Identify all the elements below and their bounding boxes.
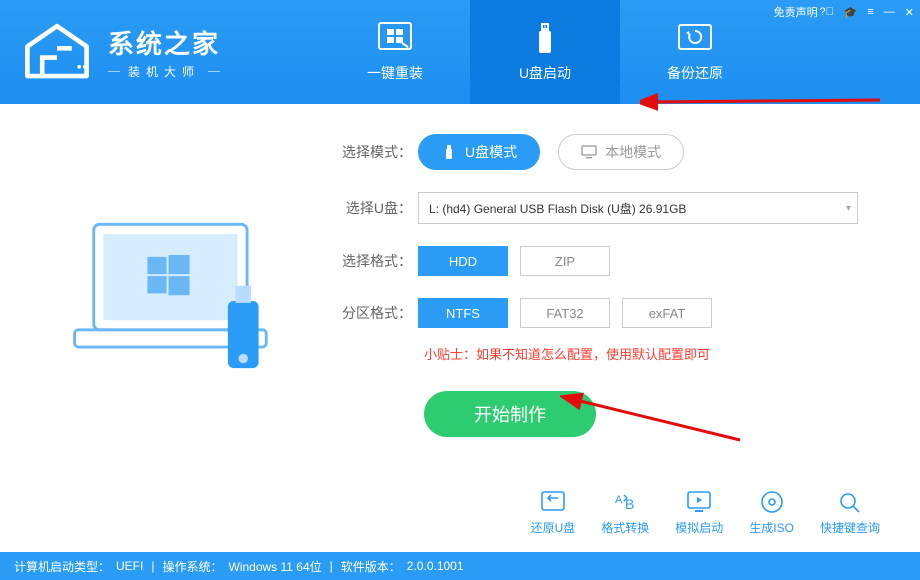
tab-usb-boot-label: U盘启动: [519, 63, 571, 83]
disclaimer-link[interactable]: 免责声明 ?⃝: [774, 4, 834, 20]
tab-reinstall[interactable]: 一键重装: [320, 0, 470, 104]
restore-icon: [675, 21, 715, 57]
restore-usb-button[interactable]: 还原U盘: [531, 489, 576, 536]
close-button[interactable]: ✕: [905, 6, 914, 19]
shortcut-lookup-button[interactable]: 快捷键查询: [820, 489, 880, 536]
partition-exfat-button[interactable]: exFAT: [622, 298, 712, 328]
format-hdd-button[interactable]: HDD: [418, 246, 508, 276]
generate-iso-button[interactable]: 生成ISO: [749, 489, 794, 536]
svg-text:A: A: [615, 494, 623, 506]
partition-ntfs-button[interactable]: NTFS: [418, 298, 508, 328]
windows-icon: [375, 21, 415, 57]
grad-cap-icon[interactable]: 🎓: [844, 6, 858, 19]
status-bar: 计算机启动类型：UEFI | 操作系统：Windows 11 64位 | 软件版…: [0, 552, 920, 580]
app-subtitle: 装机大师: [108, 63, 220, 80]
format-label: 选择格式: [330, 251, 418, 271]
question-icon: ?⃝: [820, 5, 834, 19]
usb-small-icon: [441, 144, 457, 160]
mode-local-button[interactable]: 本地模式: [558, 134, 684, 170]
monitor-small-icon: [581, 144, 597, 160]
partition-label: 分区格式: [330, 303, 418, 323]
mode-label: 选择模式: [330, 142, 418, 162]
app-logo: 系统之家 装机大师: [0, 0, 320, 104]
tab-backup-label: 备份还原: [667, 63, 723, 83]
tab-reinstall-label: 一键重装: [367, 63, 423, 83]
partition-fat32-button[interactable]: FAT32: [520, 298, 610, 328]
usb-drive-icon: [525, 21, 565, 57]
format-zip-button[interactable]: ZIP: [520, 246, 610, 276]
config-tip: 小贴士：如果不知道怎么配置，使用默认配置即可: [424, 344, 880, 363]
app-title: 系统之家: [108, 24, 220, 61]
laptop-usb-illustration: [40, 134, 320, 437]
usb-select-value: L: (hd4) General USB Flash Disk (U盘) 26.…: [429, 200, 686, 217]
chevron-down-icon: ▾: [846, 203, 851, 214]
format-convert-button[interactable]: AB 格式转换: [601, 489, 649, 536]
usb-select-dropdown[interactable]: L: (hd4) General USB Flash Disk (U盘) 26.…: [418, 192, 858, 224]
house-logo-icon: [20, 22, 94, 82]
simulate-boot-button[interactable]: 模拟启动: [675, 489, 723, 536]
usb-select-label: 选择U盘: [330, 198, 418, 218]
minimize-button[interactable]: —: [884, 6, 895, 18]
mode-usb-button[interactable]: U盘模式: [418, 134, 540, 170]
menu-icon[interactable]: ≡: [867, 6, 873, 18]
tab-backup[interactable]: 备份还原: [620, 0, 770, 104]
tab-usb-boot[interactable]: U盘启动: [470, 0, 620, 104]
start-create-button[interactable]: 开始制作: [424, 391, 596, 437]
